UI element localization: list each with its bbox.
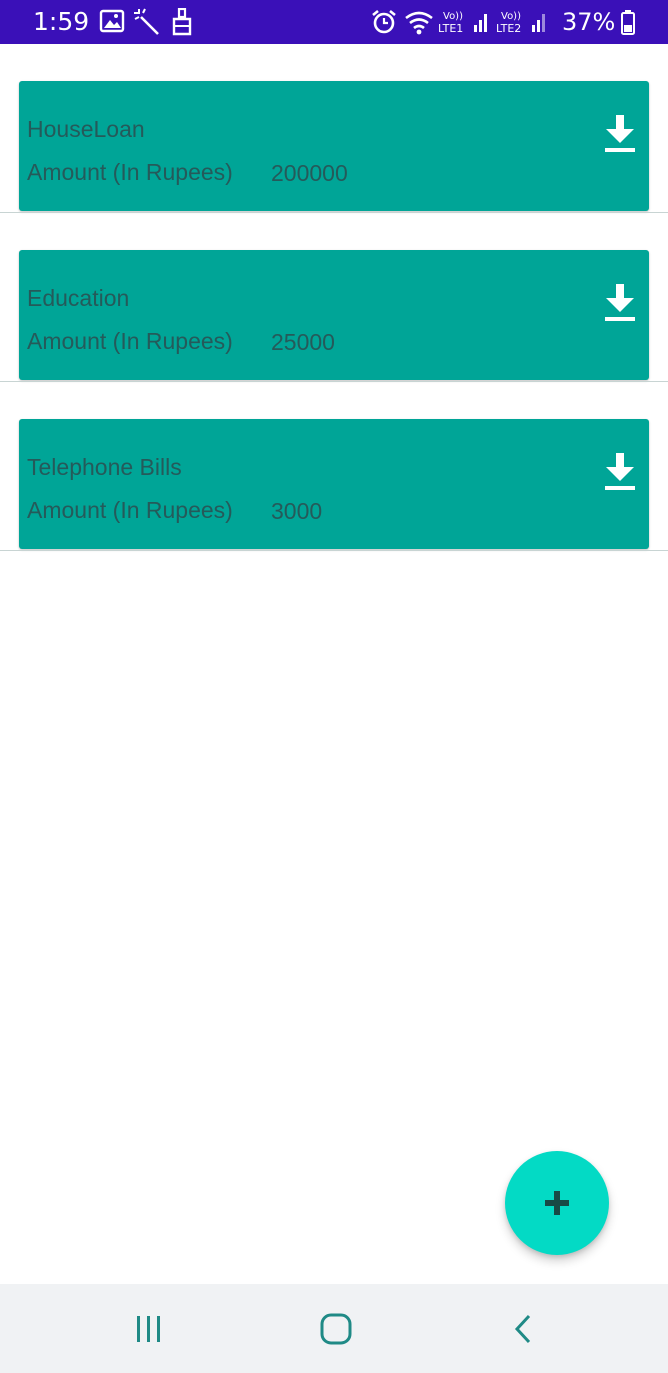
download-button[interactable] — [603, 451, 637, 493]
volte-lte1-signal-icon: Vo)) LTE1 — [438, 8, 492, 36]
home-icon — [320, 1313, 352, 1345]
loan-title: Education — [27, 285, 130, 311]
download-icon — [605, 453, 635, 490]
home-button[interactable] — [316, 1312, 356, 1346]
list-divider — [0, 550, 668, 551]
amount-label: Amount (In Rupees) — [27, 328, 233, 354]
download-icon — [605, 284, 635, 321]
battery-percentage: 37% — [562, 8, 616, 36]
status-time: 1:59 — [33, 7, 90, 36]
cleaner-icon — [170, 7, 198, 36]
download-icon — [605, 115, 635, 152]
lte2-label: LTE2 — [496, 22, 521, 35]
amount-value: 200000 — [271, 160, 348, 186]
alarm-icon — [370, 8, 398, 36]
list-item[interactable]: HouseLoan Amount (In Rupees) 200000 — [0, 44, 668, 213]
magic-wand-icon — [134, 8, 162, 36]
loan-card[interactable]: Telephone Bills Amount (In Rupees) 3000 — [19, 419, 649, 549]
list-item[interactable]: Education Amount (In Rupees) 25000 — [0, 213, 668, 382]
download-button[interactable] — [603, 282, 637, 324]
amount-label: Amount (In Rupees) — [27, 159, 233, 185]
gallery-icon — [99, 8, 127, 36]
amount-value: 3000 — [271, 498, 323, 524]
volte-1-label: Vo)) — [443, 11, 463, 22]
volte-lte2-signal-icon: Vo)) LTE2 — [496, 8, 550, 36]
loan-card[interactable]: Education Amount (In Rupees) 25000 — [19, 250, 649, 380]
recents-icon — [137, 1316, 160, 1342]
loan-title: HouseLoan — [27, 116, 145, 142]
status-bar: 1:59 Vo)) LTE1 Vo)) LTE2 37% — [0, 0, 668, 44]
recents-button[interactable] — [129, 1312, 169, 1346]
download-button[interactable] — [603, 113, 637, 155]
amount-value: 25000 — [271, 329, 335, 355]
volte-2-label: Vo)) — [501, 11, 521, 22]
battery-icon — [620, 8, 636, 36]
lte1-label: LTE1 — [438, 22, 463, 35]
wifi-icon — [404, 8, 433, 36]
back-icon — [514, 1314, 531, 1344]
amount-label: Amount (In Rupees) — [27, 497, 233, 523]
system-nav-bar — [0, 1284, 668, 1373]
back-button[interactable] — [503, 1312, 543, 1346]
plus-icon — [545, 1191, 569, 1215]
list-item[interactable]: Telephone Bills Amount (In Rupees) 3000 — [0, 382, 668, 551]
loan-card[interactable]: HouseLoan Amount (In Rupees) 200000 — [19, 81, 649, 211]
add-loan-fab[interactable] — [505, 1151, 609, 1255]
loan-title: Telephone Bills — [27, 454, 182, 480]
